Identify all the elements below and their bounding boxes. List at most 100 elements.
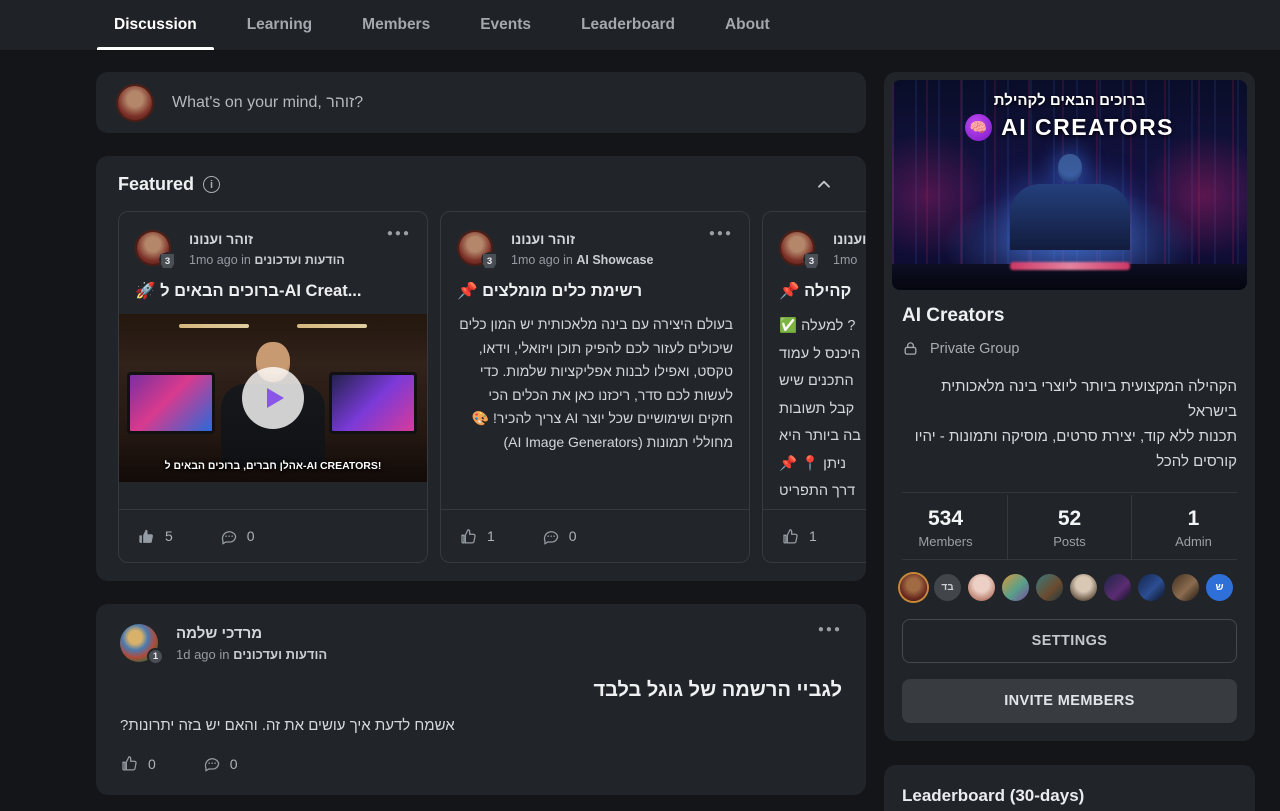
featured-carousel: 3 זוהר וענונו 1mo ago in הודעות ועדכונים… bbox=[96, 211, 866, 563]
play-button[interactable] bbox=[242, 367, 304, 429]
tab-learning[interactable]: Learning bbox=[230, 0, 329, 50]
video-thumbnail[interactable]: אהלן חברים, ברוכים הבאים ל-AI CREATORS! bbox=[119, 314, 427, 482]
banner-welcome-text: ברוכים הבאים לקהילת bbox=[892, 92, 1247, 109]
post-title[interactable]: לגביי הרשמה של גוגל בלבד bbox=[120, 679, 842, 702]
featured-card-tools[interactable]: 3 זוהר וענונו 1mo ago in AI Showcase ●●●… bbox=[440, 211, 750, 563]
thumbs-up-icon bbox=[781, 527, 800, 546]
divider bbox=[902, 492, 1237, 493]
post-author[interactable]: זוהר וענונו bbox=[189, 231, 253, 247]
post-timestamp: 1mo ago in bbox=[511, 253, 573, 267]
level-badge: 1 bbox=[147, 648, 164, 665]
group-stats: 534 Members 52 Posts 1 Admin bbox=[884, 495, 1255, 559]
avatar[interactable]: 3 bbox=[779, 230, 815, 266]
post-title[interactable]: 📌 רשימת כלים מומלצים bbox=[441, 282, 749, 301]
leaderboard-card: Leaderboard (30-days) bbox=[884, 765, 1255, 811]
info-icon[interactable]: i bbox=[203, 176, 220, 193]
member-avatar[interactable] bbox=[900, 574, 927, 601]
post-title[interactable]: 🚀 ברוכים הבאים ל-AI Creat... bbox=[119, 282, 427, 301]
comment-button[interactable]: 0 bbox=[541, 527, 577, 546]
brain-icon: 🧠 bbox=[965, 114, 992, 141]
thumbs-up-icon bbox=[459, 527, 478, 546]
space-link[interactable]: הודעות ועדכונים bbox=[233, 647, 327, 662]
featured-card-community[interactable]: 3 זוהר וענונו 1mo 📌 קהילה ✅ למעלה ? היכנ… bbox=[762, 211, 866, 563]
post-excerpt: ✅ למעלה ? היכנס ל עמוד התכנים שיש קבל תש… bbox=[763, 313, 866, 503]
post-meta: 1mo ago in הודעות ועדכונים bbox=[189, 253, 345, 267]
post-meta: 1d ago in הודעות ועדכונים bbox=[176, 647, 327, 662]
member-avatar[interactable] bbox=[1104, 574, 1131, 601]
main-feed: What's on your mind, זוהר? Featured i 3 bbox=[96, 72, 866, 811]
more-menu-icon[interactable]: ●●● bbox=[818, 624, 842, 635]
invite-members-button[interactable]: INVITE MEMBERS bbox=[902, 679, 1237, 723]
member-avatars[interactable]: בד ש bbox=[884, 560, 1255, 603]
thumbs-up-icon bbox=[120, 754, 139, 773]
current-user-avatar[interactable] bbox=[116, 84, 154, 122]
featured-card-welcome[interactable]: 3 זוהר וענונו 1mo ago in הודעות ועדכונים… bbox=[118, 211, 428, 563]
leaderboard-title: Leaderboard (30-days) bbox=[902, 786, 1237, 806]
stat-admin[interactable]: 1 Admin bbox=[1131, 495, 1255, 559]
banner-keyboard-glow bbox=[1010, 262, 1130, 270]
tab-leaderboard[interactable]: Leaderboard bbox=[564, 0, 692, 50]
tab-about[interactable]: About bbox=[708, 0, 787, 50]
like-button[interactable]: 0 bbox=[120, 754, 156, 773]
member-avatar[interactable]: ש bbox=[1206, 574, 1233, 601]
post-timestamp: 1d ago in bbox=[176, 647, 230, 662]
avatar[interactable]: 3 bbox=[457, 230, 493, 266]
member-avatar[interactable] bbox=[1036, 574, 1063, 601]
post-meta: 1mo ago in AI Showcase bbox=[511, 253, 653, 267]
group-info-card: ברוכים הבאים לקהילת 🧠 AI CREATORS AI Cre… bbox=[884, 72, 1255, 741]
member-avatar[interactable] bbox=[1172, 574, 1199, 601]
group-banner-image: ברוכים הבאים לקהילת 🧠 AI CREATORS bbox=[892, 80, 1247, 290]
comment-count: 0 bbox=[569, 528, 577, 544]
group-sidebar: ברוכים הבאים לקהילת 🧠 AI CREATORS AI Cre… bbox=[884, 72, 1255, 811]
settings-button[interactable]: SETTINGS bbox=[902, 619, 1237, 663]
composer-placeholder[interactable]: What's on your mind, זוהר? bbox=[172, 94, 363, 112]
like-count: 5 bbox=[165, 528, 173, 544]
member-avatar[interactable] bbox=[1002, 574, 1029, 601]
member-avatar[interactable] bbox=[1070, 574, 1097, 601]
space-link[interactable]: הודעות ועדכונים bbox=[254, 253, 344, 267]
post-timestamp: 1mo ago in bbox=[189, 253, 251, 267]
post-author[interactable]: זוהר וענונו bbox=[511, 231, 575, 247]
comment-count: 0 bbox=[247, 528, 255, 544]
tab-events[interactable]: Events bbox=[463, 0, 548, 50]
post-title[interactable]: 📌 קהילה bbox=[763, 282, 866, 301]
more-menu-icon[interactable]: ●●● bbox=[387, 228, 411, 239]
group-description: הקהילה המקצועית ביותר ליוצרי בינה מלאכות… bbox=[902, 374, 1237, 474]
group-name: AI Creators bbox=[902, 305, 1237, 327]
collapse-chevron-icon[interactable] bbox=[814, 175, 834, 195]
like-button[interactable]: 5 bbox=[137, 527, 173, 546]
post-composer[interactable]: What's on your mind, זוהר? bbox=[96, 72, 866, 133]
privacy-label: Private Group bbox=[930, 341, 1019, 357]
like-count: 1 bbox=[809, 528, 817, 544]
member-avatar[interactable] bbox=[1138, 574, 1165, 601]
like-button[interactable]: 1 bbox=[781, 527, 817, 546]
tab-discussion[interactable]: Discussion bbox=[97, 0, 214, 50]
video-caption: אהלן חברים, ברוכים הבאים ל-AI CREATORS! bbox=[119, 460, 427, 472]
space-link[interactable]: AI Showcase bbox=[576, 253, 653, 267]
featured-section: Featured i 3 זוהר וענונו 1mo ag bbox=[96, 156, 866, 581]
post-author[interactable]: מרדכי שלמה bbox=[176, 625, 262, 642]
post-body: אשמח לדעת איך עושים את זה. והאם יש בזה י… bbox=[120, 717, 842, 734]
post-timestamp: 1mo bbox=[833, 253, 857, 267]
more-menu-icon[interactable]: ●●● bbox=[709, 228, 733, 239]
stat-posts[interactable]: 52 Posts bbox=[1007, 495, 1131, 559]
comment-icon bbox=[219, 527, 238, 546]
member-avatar[interactable] bbox=[968, 574, 995, 601]
comment-button[interactable]: 0 bbox=[219, 527, 255, 546]
avatar[interactable]: 3 bbox=[135, 230, 171, 266]
comment-button[interactable]: 0 bbox=[202, 754, 238, 773]
feed-post[interactable]: 1 מרדכי שלמה 1d ago in הודעות ועדכונים ●… bbox=[96, 604, 866, 795]
tab-members[interactable]: Members bbox=[345, 0, 447, 50]
member-avatar[interactable]: בד bbox=[934, 574, 961, 601]
banner-group-name: AI CREATORS bbox=[1001, 114, 1174, 141]
like-count: 0 bbox=[148, 756, 156, 772]
featured-title: Featured bbox=[118, 174, 194, 195]
like-button[interactable]: 1 bbox=[459, 527, 495, 546]
comment-icon bbox=[541, 527, 560, 546]
avatar[interactable]: 1 bbox=[120, 624, 158, 662]
play-icon bbox=[267, 388, 284, 408]
thumbs-up-icon bbox=[137, 527, 156, 546]
stat-members[interactable]: 534 Members bbox=[884, 495, 1007, 559]
post-author[interactable]: זוהר וענונו bbox=[833, 231, 866, 247]
level-badge: 3 bbox=[159, 252, 176, 270]
